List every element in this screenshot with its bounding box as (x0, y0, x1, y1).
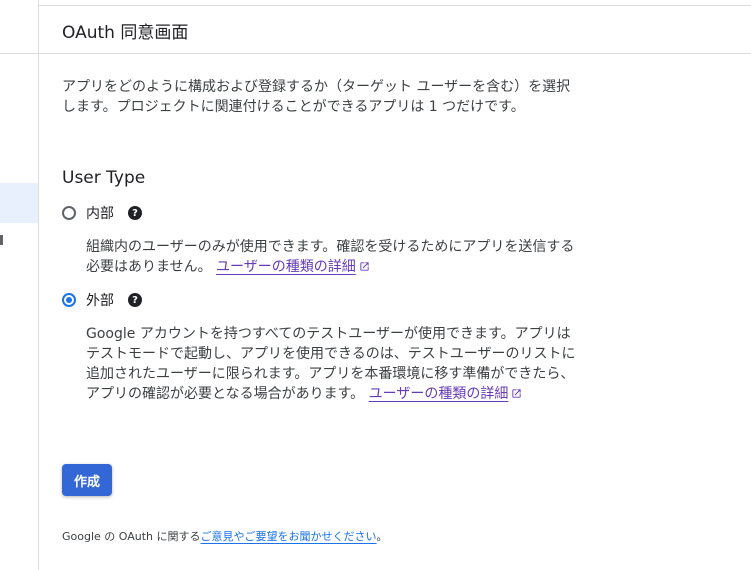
feedback-suffix: 。 (376, 530, 388, 543)
internal-description-block: 組織内のユーザーのみが使用できます。確認を受けるためにアプリを送信する必要はあり… (86, 237, 581, 277)
feedback-line: Google の OAuth に関するご意見やご要望をお聞かせください。 (62, 528, 388, 544)
radio-internal[interactable] (62, 206, 76, 220)
open-in-new-icon (512, 389, 521, 398)
nav-item-marker (0, 235, 3, 245)
left-nav (0, 0, 39, 570)
external-description-block: Google アカウントを持つすべてのテストユーザーが使用できます。アプリはテス… (86, 324, 581, 404)
feedback-prefix: Google の OAuth に関する (62, 530, 201, 543)
page-header: OAuth 同意画面 (39, 6, 751, 54)
nav-item-oauth-consent[interactable] (0, 183, 38, 223)
external-user-type-link[interactable]: ユーザーの種類の詳細 (369, 386, 523, 402)
radio-label-external: 外部 (86, 293, 114, 309)
help-circle-icon[interactable]: ? (128, 293, 142, 307)
page-title: OAuth 同意画面 (62, 23, 189, 43)
open-in-new-icon (360, 262, 369, 271)
create-button[interactable]: 作成 (62, 464, 112, 496)
feedback-link[interactable]: ご意見やご要望をお聞かせください (201, 530, 377, 543)
help-circle-icon[interactable]: ? (128, 206, 142, 220)
user-type-heading: User Type (62, 168, 146, 188)
page-description: アプリをどのように構成および登録するか（ターゲット ユーザーを含む）を選択します… (62, 79, 571, 115)
radio-option-internal[interactable]: 内部 ? (62, 203, 142, 223)
radio-option-external[interactable]: 外部 ? (62, 290, 142, 310)
radio-external[interactable] (62, 293, 76, 307)
radio-label-internal: 内部 (86, 206, 114, 222)
internal-user-type-link[interactable]: ユーザーの種類の詳細 (216, 259, 370, 275)
nav-divider (0, 53, 38, 54)
